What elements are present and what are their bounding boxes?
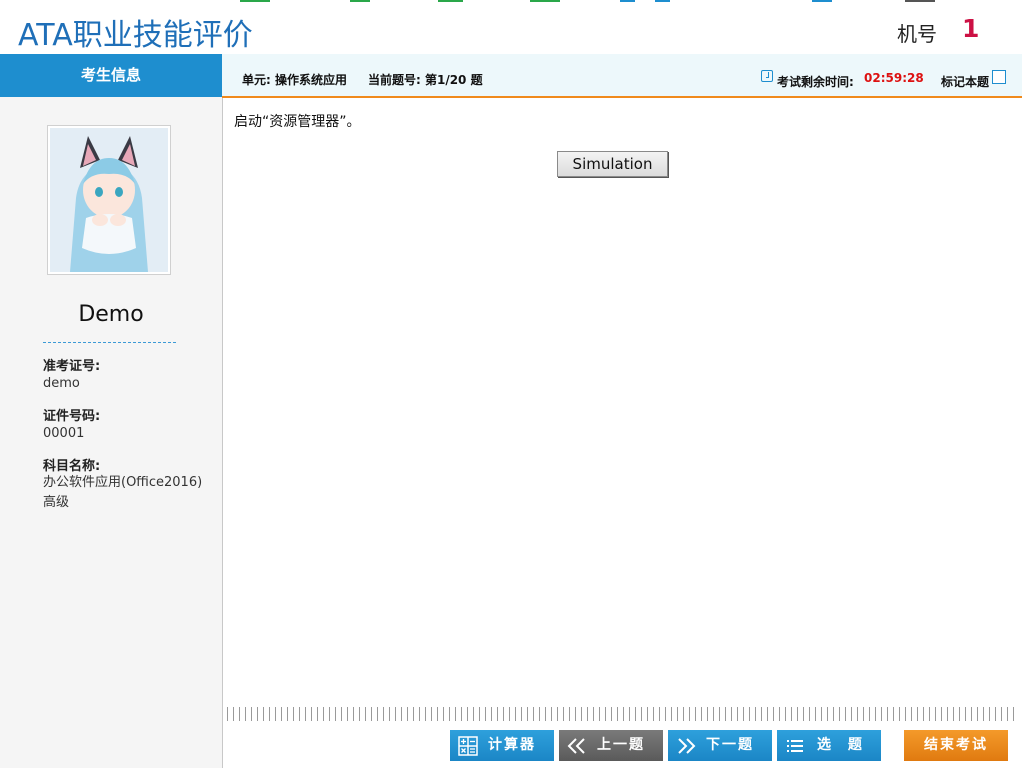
simulation-button[interactable]: Simulation xyxy=(557,151,668,177)
time-label: 考试剩余时间: xyxy=(777,75,854,89)
list-icon xyxy=(787,740,803,752)
subject-level: 高级 xyxy=(43,495,70,510)
calculator-button[interactable]: 计算器 xyxy=(450,730,554,761)
student-name: Demo xyxy=(78,302,144,327)
exam-id-value: demo xyxy=(43,376,80,391)
double-chevron-right-icon xyxy=(678,738,696,754)
select-label: 选 题 xyxy=(817,737,868,753)
id-number-label: 证件号码: xyxy=(43,409,101,424)
prev-label: 上一题 xyxy=(597,737,645,753)
unit-label: 单元: 操作系统应用 xyxy=(242,73,347,87)
select-question-button[interactable]: 选 题 xyxy=(777,730,881,761)
exam-id-label: 准考证号: xyxy=(43,359,101,374)
mark-question-checkbox[interactable] xyxy=(992,70,1006,84)
mark-label: 标记本题 xyxy=(941,75,990,89)
calculator-label: 计算器 xyxy=(488,737,536,753)
calculator-icon xyxy=(458,736,478,756)
finish-exam-button[interactable]: 结束考试 xyxy=(904,730,1008,761)
clock-icon xyxy=(761,70,773,82)
current-question: 当前题号: 第1/20 题 xyxy=(368,73,483,87)
subject-label: 科目名称: xyxy=(43,459,101,474)
avatar-image xyxy=(50,128,168,272)
name-divider xyxy=(43,342,176,343)
subject-value: 办公软件应用(Office2016) xyxy=(43,475,203,490)
app-header: ATA职业技能评价 机号 1 xyxy=(0,0,1022,55)
finish-label: 结束考试 xyxy=(924,737,988,753)
candidate-info-heading: 考生信息 xyxy=(0,54,222,97)
prev-question-button[interactable]: 上一题 xyxy=(559,730,663,761)
app-title: ATA职业技能评价 xyxy=(18,18,253,53)
next-question-button[interactable]: 下一题 xyxy=(668,730,772,761)
id-number-value: 00001 xyxy=(43,426,85,441)
machine-number: 1 xyxy=(962,14,980,43)
question-text: 启动“资源管理器”。 xyxy=(234,114,361,130)
scroll-ruler xyxy=(227,707,1019,721)
next-label: 下一题 xyxy=(706,737,754,753)
double-chevron-left-icon xyxy=(567,738,585,754)
avatar xyxy=(47,125,171,275)
machine-label: 机号 xyxy=(897,22,937,46)
question-info-bar: 单元: 操作系统应用 当前题号: 第1/20 题 考试剩余时间: 02:59:2… xyxy=(222,54,1022,98)
time-remaining: 02:59:28 xyxy=(864,71,924,85)
top-color-strip xyxy=(0,0,1022,3)
